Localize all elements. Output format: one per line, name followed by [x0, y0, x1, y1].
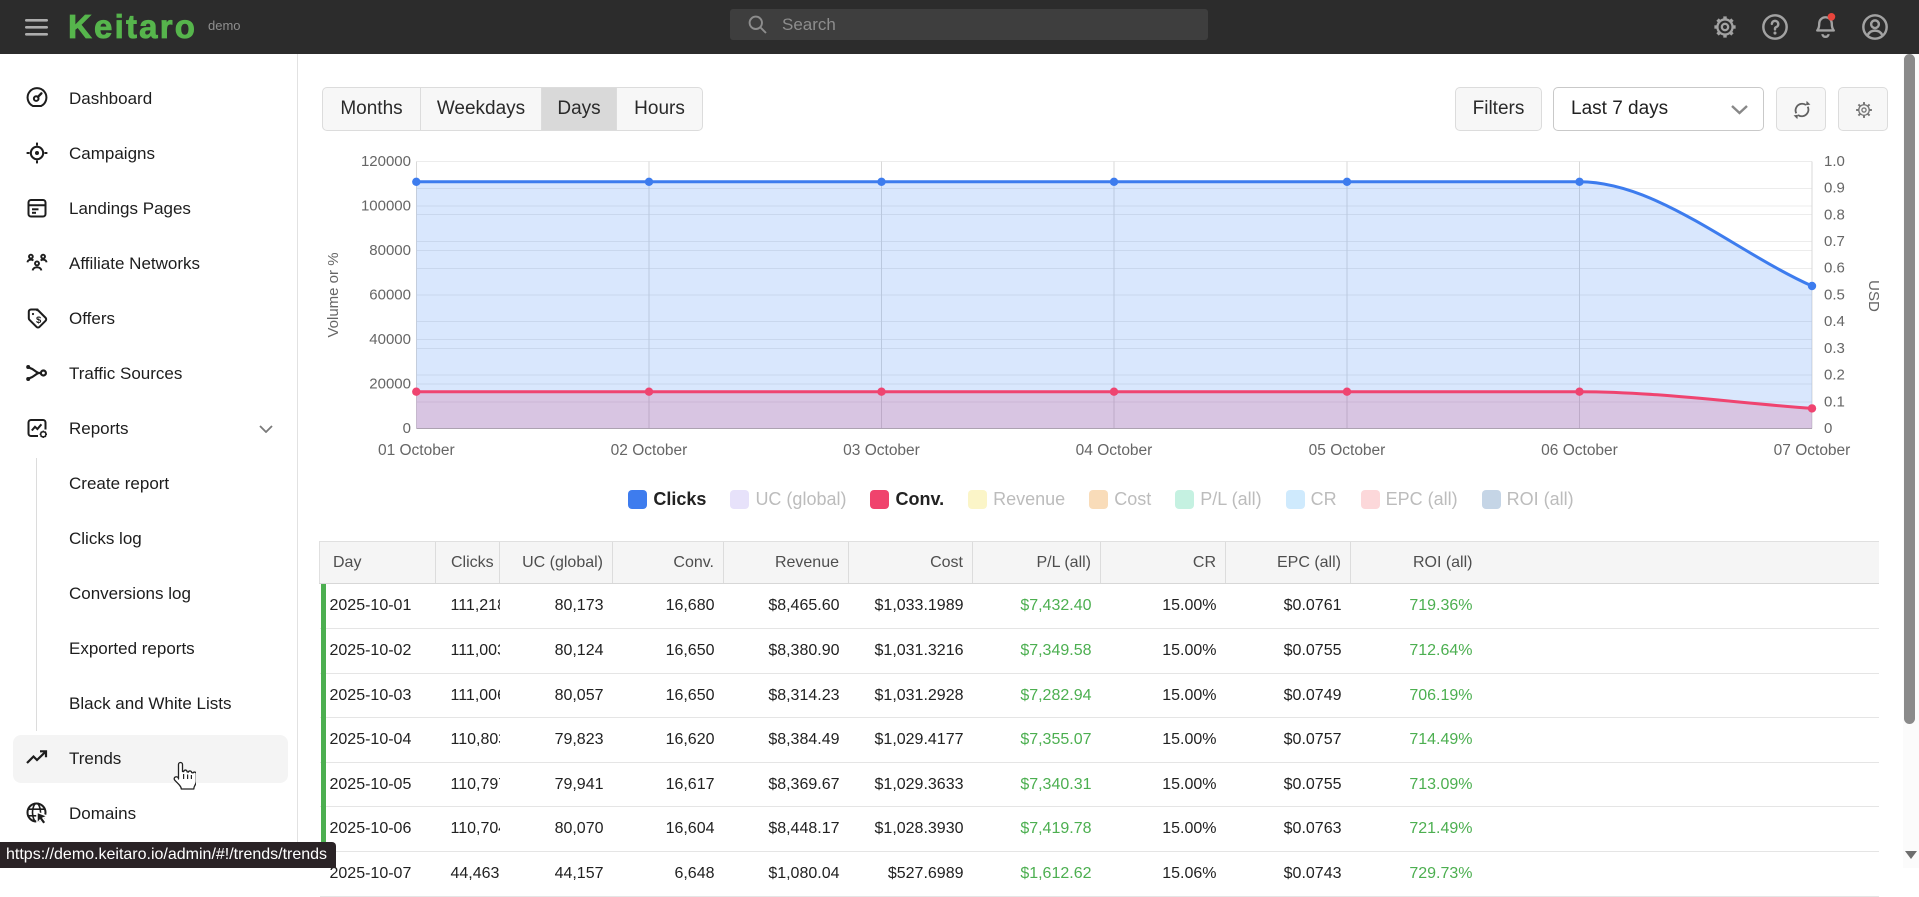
svg-text:Volume or %: Volume or % — [325, 252, 342, 337]
svg-text:0.4: 0.4 — [1824, 313, 1845, 330]
svg-text:$: $ — [36, 315, 42, 326]
svg-text:1.0: 1.0 — [1824, 153, 1845, 170]
svg-text:60000: 60000 — [369, 287, 411, 304]
svg-text:0.5: 0.5 — [1824, 287, 1845, 304]
svg-text:0.6: 0.6 — [1824, 260, 1845, 277]
svg-text:06 October: 06 October — [1541, 442, 1618, 459]
svg-text:40000: 40000 — [369, 331, 411, 348]
svg-text:03 October: 03 October — [843, 442, 920, 459]
svg-text:0.9: 0.9 — [1824, 180, 1845, 197]
svg-text:01 October: 01 October — [378, 442, 455, 459]
svg-text:0.8: 0.8 — [1824, 206, 1845, 223]
svg-text:02 October: 02 October — [611, 442, 688, 459]
svg-text:0.7: 0.7 — [1824, 233, 1845, 250]
svg-text:0: 0 — [1824, 420, 1832, 437]
svg-text:20000: 20000 — [369, 375, 411, 392]
svg-text:0.1: 0.1 — [1824, 393, 1845, 410]
svg-text:05 October: 05 October — [1309, 442, 1386, 459]
svg-text:0.3: 0.3 — [1824, 340, 1845, 357]
svg-text:07 October: 07 October — [1774, 442, 1851, 459]
svg-text:04 October: 04 October — [1076, 442, 1153, 459]
svg-text:80000: 80000 — [369, 242, 411, 259]
svg-text:USD: USD — [1865, 280, 1882, 312]
svg-text:100000: 100000 — [361, 197, 411, 214]
svg-text:0.2: 0.2 — [1824, 367, 1845, 384]
svg-text:120000: 120000 — [361, 153, 411, 170]
svg-text:0: 0 — [403, 420, 411, 437]
